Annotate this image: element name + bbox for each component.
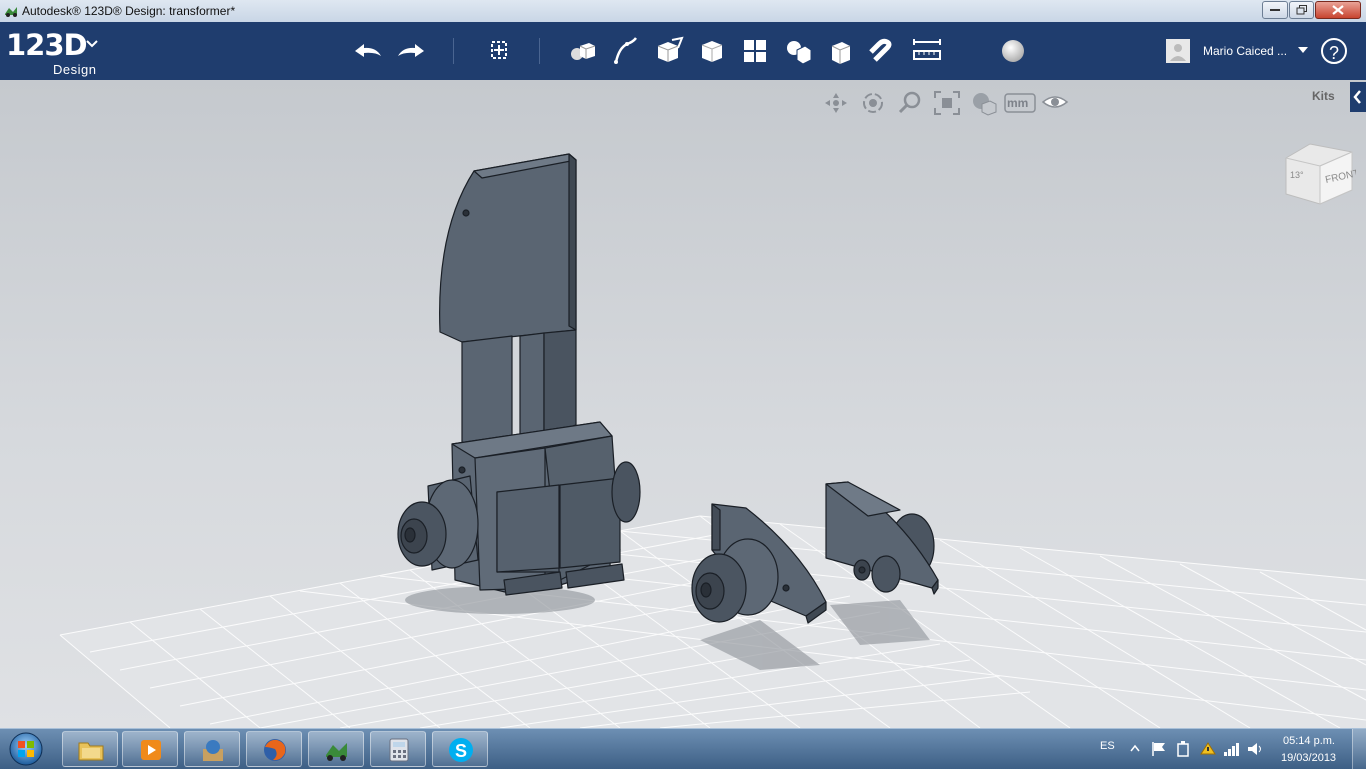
redo-button[interactable] <box>394 34 428 68</box>
folder-icon <box>78 742 104 761</box>
grouping-icon <box>787 41 812 65</box>
kits-panel-toggle[interactable] <box>1350 82 1366 112</box>
maximize-button[interactable] <box>1289 1 1314 19</box>
windows-taskbar: S ES 05:14 p.m. 19/03/2013 <box>0 728 1366 769</box>
primitives-icon <box>571 43 596 60</box>
sketch-button[interactable] <box>609 34 643 68</box>
magnet-icon <box>869 38 892 62</box>
measure-icon <box>913 39 941 60</box>
material-button[interactable] <box>996 34 1030 68</box>
primitives-button[interactable] <box>565 34 599 68</box>
transform-button[interactable] <box>482 34 516 68</box>
minimize-button[interactable] <box>1262 1 1288 19</box>
close-button[interactable] <box>1315 1 1361 19</box>
undo-icon <box>355 44 381 57</box>
power-icon[interactable] <box>1175 741 1193 757</box>
kits-label[interactable]: Kits <box>1312 89 1335 103</box>
visibility-button[interactable] <box>1041 90 1069 116</box>
sketch-icon <box>614 37 637 64</box>
taskbar-media-player[interactable] <box>122 731 178 767</box>
fit-icon <box>934 91 960 115</box>
grouping-button[interactable] <box>781 34 815 68</box>
units-button[interactable]: mm <box>1004 90 1036 116</box>
123d-design-icon <box>326 743 347 761</box>
show-desktop-button[interactable] <box>1352 729 1366 769</box>
pattern-button[interactable] <box>738 34 772 68</box>
app-icon <box>5 7 17 17</box>
volume-icon[interactable] <box>1246 741 1264 757</box>
orbit-icon <box>863 93 883 113</box>
window-title-bar: Autodesk® 123D® Design: transformer* <box>0 0 1366 23</box>
toolbar-separator <box>453 38 454 64</box>
view-style-button[interactable] <box>970 90 998 116</box>
view-cube[interactable]: FRONT 13° <box>1280 138 1356 208</box>
close-icon <box>1332 5 1344 15</box>
clock-date[interactable]: 19/03/2013 <box>1281 752 1336 764</box>
clock-time[interactable]: 05:14 p.m. <box>1283 735 1335 747</box>
taskbar-123d-catch[interactable] <box>184 731 240 767</box>
model-body[interactable] <box>397 153 641 596</box>
taskbar-123d-design[interactable] <box>308 731 364 767</box>
logo-subtext: Design <box>53 62 97 77</box>
material-sphere-icon <box>1002 40 1024 62</box>
modify-icon <box>701 41 723 62</box>
skype-icon: S <box>449 738 473 762</box>
action-center-flag-icon[interactable] <box>1150 741 1168 757</box>
redo-icon <box>398 44 424 57</box>
calculator-icon <box>389 738 409 762</box>
caret-down-icon[interactable] <box>1298 47 1308 53</box>
3d-viewport[interactable]: mm Kits FRONT 13° <box>0 80 1366 728</box>
main-toolbar: 123D Design Mario Caiced ... ? <box>0 22 1366 80</box>
signal-icon[interactable] <box>1222 741 1240 757</box>
chevron-left-icon <box>1353 90 1361 104</box>
start-button[interactable] <box>4 730 48 768</box>
window-title: Autodesk® 123D® Design: transformer* <box>22 4 236 18</box>
combine-button[interactable] <box>824 34 858 68</box>
chevron-down-icon <box>86 40 98 48</box>
viewcube-side-label: 13° <box>1290 170 1304 180</box>
transform-icon <box>491 41 507 59</box>
combine-icon <box>831 42 851 64</box>
pattern-icon <box>744 40 766 62</box>
restore-icon <box>1296 5 1307 15</box>
taskbar-firefox[interactable] <box>246 731 302 767</box>
user-name[interactable]: Mario Caiced ... <box>1203 44 1287 58</box>
construct-button[interactable] <box>652 34 686 68</box>
taskbar-skype[interactable]: S <box>432 731 488 767</box>
zoom-icon <box>898 91 921 114</box>
pan-button[interactable] <box>822 90 850 116</box>
construct-icon <box>657 36 684 62</box>
eye-icon <box>1041 96 1069 108</box>
undo-button[interactable] <box>351 34 385 68</box>
app-menu-button[interactable]: 123D Design <box>6 28 98 77</box>
123d-catch-icon <box>203 740 223 761</box>
minimize-icon <box>1270 9 1280 11</box>
help-button[interactable]: ? <box>1321 38 1347 64</box>
network-warning-icon[interactable] <box>1199 741 1217 757</box>
svg-text:S: S <box>455 741 467 761</box>
3d-scene[interactable] <box>0 80 1366 728</box>
logo-text: 123D <box>6 28 88 62</box>
measure-button[interactable] <box>910 34 944 68</box>
taskbar-explorer[interactable] <box>62 731 118 767</box>
taskbar-calculator[interactable] <box>370 731 426 767</box>
user-icon <box>1170 44 1186 61</box>
media-player-icon <box>141 740 161 760</box>
firefox-icon <box>264 739 286 761</box>
zoom-button[interactable] <box>896 90 924 116</box>
orbit-button[interactable] <box>859 90 887 116</box>
fit-button[interactable] <box>933 90 961 116</box>
snap-button[interactable] <box>867 34 901 68</box>
view-style-icon <box>973 93 997 116</box>
units-label: mm <box>1007 96 1029 110</box>
show-hidden-icons-icon[interactable] <box>1130 741 1140 757</box>
toolbar-separator <box>539 38 540 64</box>
modify-button[interactable] <box>695 34 729 68</box>
language-indicator[interactable]: ES <box>1100 740 1115 752</box>
avatar[interactable] <box>1166 39 1190 63</box>
pan-icon <box>825 93 847 113</box>
